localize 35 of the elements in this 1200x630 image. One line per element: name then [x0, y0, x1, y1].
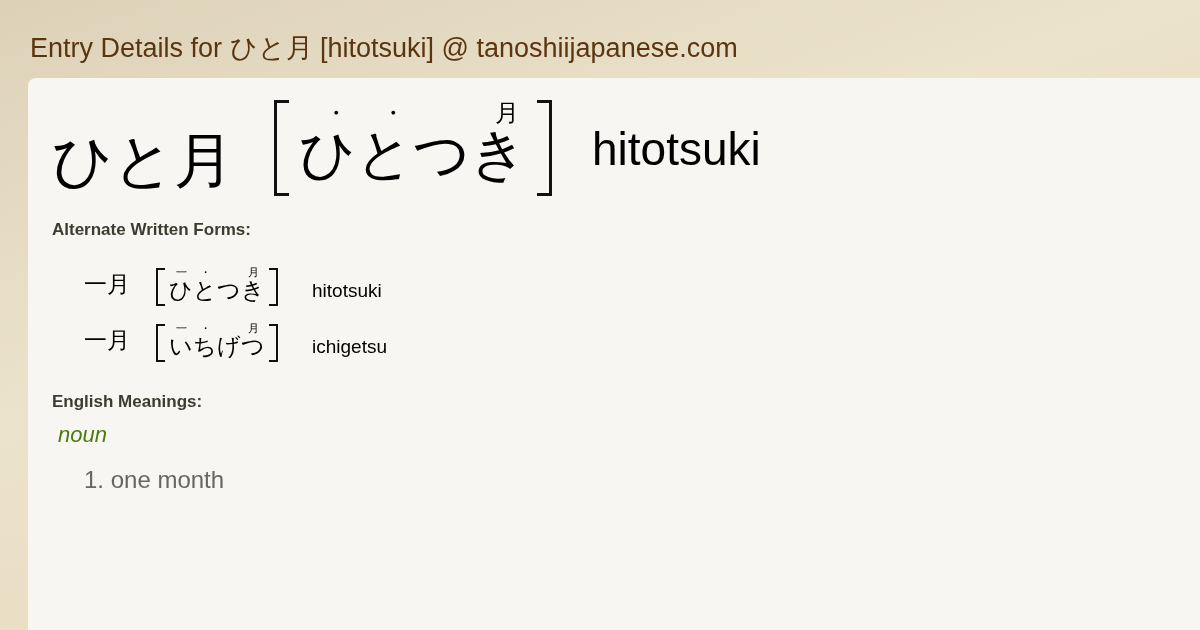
- romaji: ichigetsu: [312, 336, 387, 360]
- section-heading: English Meanings:: [52, 392, 204, 413]
- reading-mark: 月: [248, 266, 260, 280]
- reading-kana: げつ: [217, 335, 265, 362]
- reading-mark: ・: [200, 322, 212, 336]
- alternate-word: 一月: [84, 270, 131, 300]
- page-title: Entry Details for ひと月 [hitotsuki] @ tanoshiijapanese.com: [30, 33, 738, 63]
- reading-kana: つき: [413, 126, 527, 189]
- part-of-speech: noun: [58, 422, 108, 449]
- bracket-icon: [269, 268, 278, 307]
- reading-mark: 月: [248, 322, 260, 336]
- reading-kana: と: [193, 279, 217, 306]
- bracket-icon: [537, 100, 552, 197]
- meaning: 1. one month: [84, 466, 226, 495]
- alternate-word: 一月: [84, 326, 131, 356]
- bracket-icon: [156, 324, 165, 363]
- reading-mark: 一: [176, 266, 188, 280]
- reading-mark: ・: [324, 100, 349, 127]
- reading-mark: ・: [381, 100, 406, 127]
- reading-kana: い: [169, 335, 193, 362]
- reading-kana: ひ: [169, 279, 193, 306]
- reading-kana: と: [356, 126, 413, 189]
- reading-kana: ち: [193, 335, 217, 362]
- reading-kana: ひ: [299, 126, 356, 189]
- romaji: hitotsuki: [312, 280, 382, 304]
- romaji: hitotsuki: [592, 122, 761, 178]
- bracket-icon: [156, 268, 165, 307]
- reading-mark: ・: [200, 266, 212, 280]
- reading-mark: 月: [495, 100, 520, 127]
- bracket-icon: [269, 324, 278, 363]
- bracket-icon: [274, 100, 289, 197]
- entry-word: ひと月: [52, 130, 234, 197]
- reading-kana: つき: [217, 279, 265, 306]
- section-heading: Alternate Written Forms:: [52, 220, 252, 241]
- reading-mark: 一: [176, 322, 188, 336]
